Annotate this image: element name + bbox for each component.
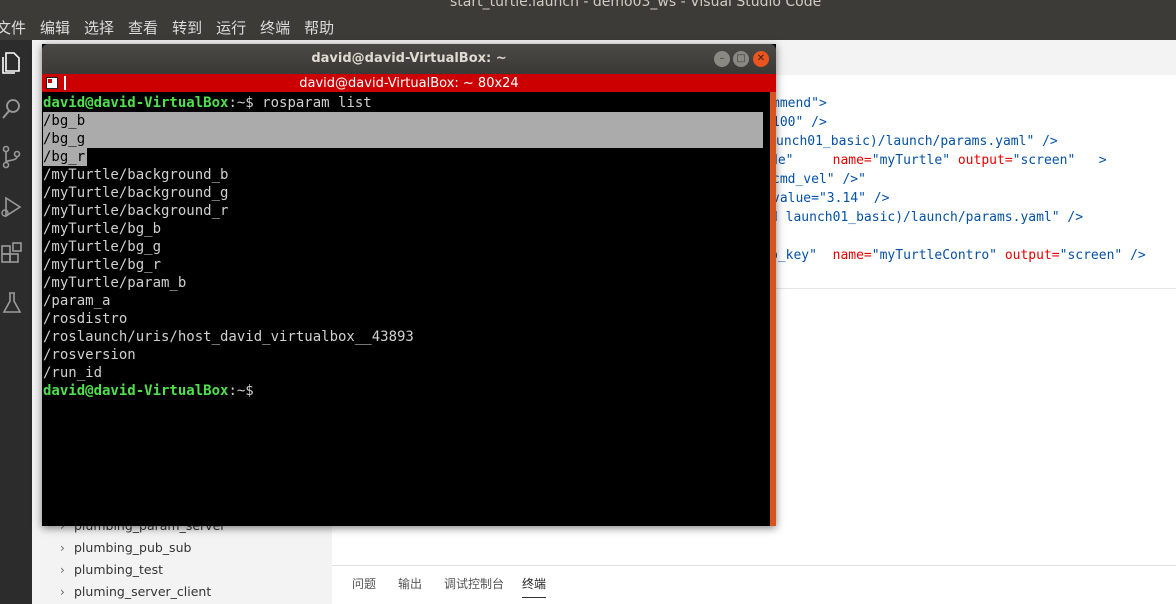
- terminal-output-line: /rosversion: [43, 347, 136, 363]
- terminal-output-line: /bg_r: [43, 148, 87, 166]
- chevron-right-icon: ›: [60, 541, 65, 555]
- prompt-path: :~$: [228, 95, 254, 111]
- menu-view[interactable]: 查看: [128, 17, 158, 38]
- maximize-icon[interactable]: □: [733, 51, 749, 67]
- terminal-title: david@david-VirtualBox: ~: [311, 51, 507, 66]
- chevron-right-icon: ›: [60, 563, 65, 577]
- code-line: cmd_vel" />": [772, 172, 866, 187]
- code-line: 100" />: [772, 115, 827, 130]
- command-text: rosparam list: [253, 95, 372, 111]
- terminal-output-line: /bg_g: [43, 130, 763, 148]
- terminal-window[interactable]: david@david-VirtualBox: ~ – □ ✕ david@da…: [42, 44, 776, 526]
- search-icon[interactable]: [0, 96, 24, 124]
- terminal-output-line: /rosdistro: [43, 311, 128, 327]
- code-line: de" name="myTurtle" output="screen" >: [770, 153, 1107, 168]
- terminal-output-line: /myTurtle/bg_b: [43, 221, 162, 237]
- code-line: unch01_basic)/launch/params.yaml" />: [776, 134, 1058, 149]
- code-line: p_key" name="myTurtleContro" output="scr…: [770, 248, 1146, 263]
- tree-item-label: plumbing_pub_sub: [74, 540, 192, 555]
- terminal-output[interactable]: david@david-VirtualBox:~$ rosparam list …: [43, 94, 769, 400]
- terminal-tab-title: david@david-VirtualBox: ~ 80x24: [299, 76, 519, 91]
- chevron-right-icon: ›: [60, 585, 65, 599]
- extensions-icon[interactable]: [0, 242, 24, 270]
- explorer-icon[interactable]: [0, 50, 24, 78]
- code-line: mmend">: [772, 96, 827, 111]
- terminal-prompt-line: david@david-VirtualBox:~$: [43, 382, 769, 400]
- prompt-user: david@david-VirtualBox: [43, 383, 229, 399]
- tree-item[interactable]: › pluming_server_client: [60, 584, 211, 599]
- minimize-icon[interactable]: –: [714, 51, 730, 67]
- terminal-output-line: /myTurtle/bg_r: [43, 257, 162, 273]
- menu-file[interactable]: 文件: [0, 17, 26, 38]
- terminal-output-line: /run_id: [43, 365, 103, 381]
- terminal-output-line: /bg_b: [43, 112, 763, 130]
- window-title: start_turtle.launch - demo03_ws - Visual…: [450, 0, 822, 10]
- terminal-tab-bar: david@david-VirtualBox: ~ 80x24: [42, 74, 776, 92]
- menu-go[interactable]: 转到: [172, 17, 202, 38]
- code-line: value="3.14" />: [772, 191, 890, 206]
- tree-item[interactable]: › plumbing_pub_sub: [60, 540, 191, 555]
- terminal-output-line: /param_a: [43, 293, 111, 309]
- tab-output[interactable]: 输出: [398, 575, 422, 592]
- prompt-path: :~$: [228, 383, 254, 399]
- close-icon[interactable]: ✕: [753, 51, 769, 67]
- top-bar: start_turtle.launch - demo03_ws - Visual…: [0, 0, 1176, 40]
- menu-bar: 文件 编辑 选择 查看 转到 运行 终端 帮助: [0, 17, 334, 38]
- terminal-scrollbar[interactable]: [770, 92, 776, 526]
- terminal-output-line: /myTurtle/background_r: [43, 203, 229, 219]
- menu-help[interactable]: 帮助: [304, 17, 334, 38]
- terminal-titlebar[interactable]: david@david-VirtualBox: ~ – □ ✕: [42, 44, 776, 74]
- terminal-command-line: david@david-VirtualBox:~$ rosparam list: [43, 94, 769, 112]
- run-debug-icon[interactable]: [0, 194, 24, 222]
- tree-item[interactable]: › plumbing_test: [60, 562, 163, 577]
- terminal-output-line: /roslaunch/uris/host_david_virtualbox__4…: [43, 329, 414, 345]
- tab-terminal[interactable]: 终端: [522, 575, 547, 598]
- tree-item-label: pluming_server_client: [74, 584, 212, 599]
- terminal-output-line: /myTurtle/background_g: [43, 185, 229, 201]
- menu-edit[interactable]: 编辑: [40, 17, 70, 38]
- menu-run[interactable]: 运行: [216, 17, 246, 38]
- code-line: d launch01_basic)/launch/params.yaml" />: [770, 210, 1084, 225]
- prompt-user: david@david-VirtualBox: [43, 95, 229, 111]
- source-control-icon[interactable]: [0, 144, 24, 172]
- testing-flask-icon[interactable]: [0, 290, 24, 318]
- tab-problems[interactable]: 问题: [352, 575, 376, 592]
- terminal-output-line: /myTurtle/background_b: [43, 167, 229, 183]
- bottom-panel: 问题 输出 调试控制台 终端: [332, 565, 1176, 604]
- activity-bar: [0, 40, 32, 604]
- terminal-output-line: /myTurtle/param_b: [43, 275, 187, 291]
- tab-debug-console[interactable]: 调试控制台: [444, 575, 504, 592]
- terminal-output-line: /myTurtle/bg_g: [43, 239, 162, 255]
- menu-terminal[interactable]: 终端: [260, 17, 290, 38]
- menu-selection[interactable]: 选择: [84, 17, 114, 38]
- tree-item-label: plumbing_test: [74, 562, 164, 577]
